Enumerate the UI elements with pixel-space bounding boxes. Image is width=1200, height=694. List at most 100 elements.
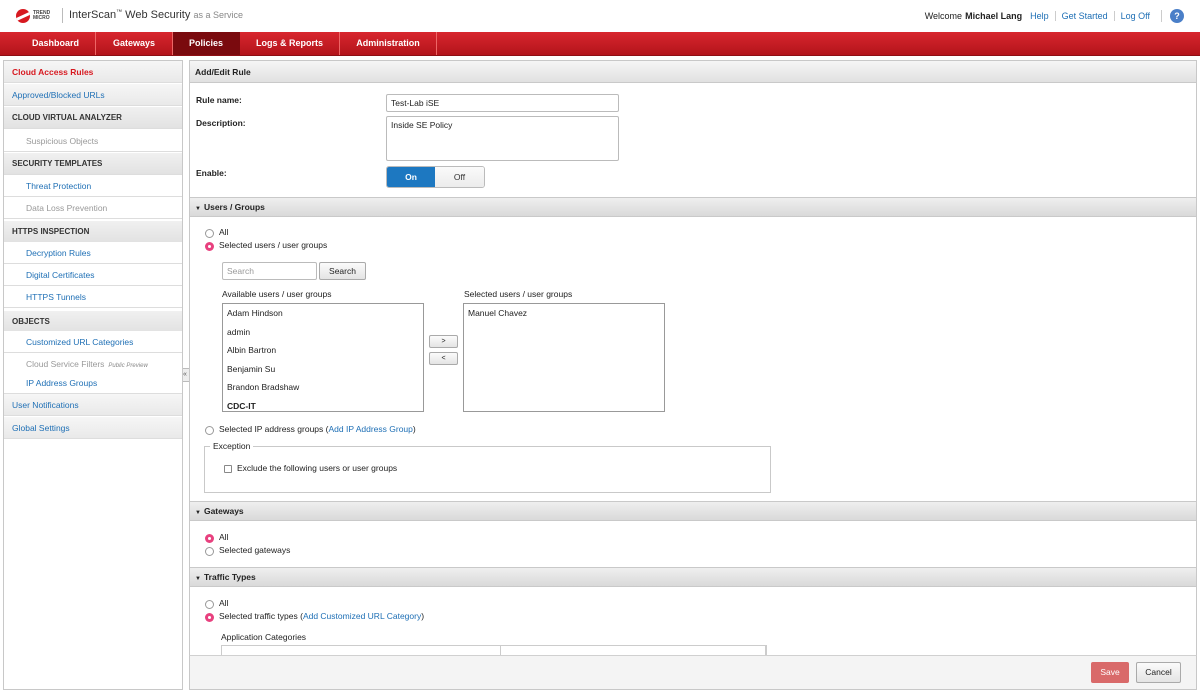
available-users-list[interactable]: Adam Hindson admin Albin Bartron Benjami… bbox=[222, 303, 424, 412]
gateways-section-header[interactable]: ▼ Gateways bbox=[190, 501, 1196, 521]
header-divider bbox=[62, 8, 63, 23]
list-item[interactable]: CDC-IT bbox=[223, 397, 423, 412]
traffic-all-label: All bbox=[219, 598, 229, 608]
sidebar-item-global-settings[interactable]: Global Settings bbox=[4, 417, 182, 439]
list-item[interactable]: Brandon Bradshaw bbox=[223, 378, 423, 397]
application-categories-label: Application Categories bbox=[221, 632, 307, 642]
description-textarea[interactable]: Inside SE Policy bbox=[386, 116, 619, 161]
form-footer: Save Cancel bbox=[189, 655, 1197, 690]
cancel-button[interactable]: Cancel bbox=[1136, 662, 1181, 683]
ip-groups-label: Selected IP address groups ( bbox=[219, 424, 329, 434]
list-item[interactable]: Benjamin Su bbox=[223, 360, 423, 379]
logo-text: TREND MICRO bbox=[33, 10, 51, 21]
user-name: Michael Lang bbox=[965, 11, 1023, 21]
available-users-label: Available users / user groups bbox=[222, 289, 332, 299]
trend-micro-logo: TREND MICRO bbox=[16, 9, 53, 23]
sidebar-item-https-tunnels[interactable]: HTTPS Tunnels bbox=[4, 286, 182, 308]
section-title: Users / Groups bbox=[203, 202, 265, 212]
log-off-link[interactable]: Log Off bbox=[1113, 11, 1150, 21]
sidebar-item-ip-address-groups[interactable]: IP Address Groups bbox=[4, 372, 182, 394]
list-item[interactable]: Manuel Chavez bbox=[464, 304, 664, 323]
sidebar-heading-objects: OBJECTS bbox=[4, 311, 182, 333]
sidebar-item-customized-url-categories[interactable]: Customized URL Categories bbox=[4, 331, 182, 353]
tab-policies[interactable]: Policies bbox=[173, 32, 240, 55]
collapse-caret-icon: ▼ bbox=[195, 510, 201, 516]
tab-logs-reports[interactable]: Logs & Reports bbox=[240, 32, 340, 55]
gateways-all-label: All bbox=[219, 532, 229, 542]
users-all-label: All bbox=[219, 227, 229, 237]
section-title: Gateways bbox=[203, 506, 244, 516]
tab-gateways[interactable]: Gateways bbox=[96, 32, 173, 55]
sidebar-item-threat-protection[interactable]: Threat Protection bbox=[4, 175, 182, 197]
traffic-selected-radio[interactable] bbox=[205, 613, 214, 622]
tab-administration[interactable]: Administration bbox=[340, 32, 437, 55]
exclude-users-checkbox[interactable] bbox=[224, 465, 232, 473]
toggle-off-button[interactable]: Off bbox=[435, 167, 484, 187]
header-divider bbox=[1161, 10, 1162, 22]
users-all-radio[interactable] bbox=[205, 229, 214, 238]
ip-groups-radio[interactable] bbox=[205, 426, 214, 435]
add-customized-url-category-link[interactable]: Add Customized URL Category bbox=[303, 611, 421, 621]
toggle-on-button[interactable]: On bbox=[387, 167, 436, 187]
gateways-selected-label: Selected gateways bbox=[219, 545, 291, 555]
help-link[interactable]: Help bbox=[1030, 11, 1049, 21]
move-right-button[interactable]: > bbox=[429, 335, 458, 348]
users-search-input[interactable]: Search bbox=[222, 262, 317, 280]
tab-dashboard[interactable]: Dashboard bbox=[16, 32, 96, 55]
main-panel: Add/Edit Rule Rule name: Test-Lab iSE De… bbox=[189, 60, 1197, 690]
get-started-link[interactable]: Get Started bbox=[1054, 11, 1108, 21]
logo-icon bbox=[16, 9, 30, 23]
collapse-caret-icon: ▼ bbox=[195, 576, 201, 582]
gateways-all-radio[interactable] bbox=[205, 534, 214, 543]
sidebar-heading-security-templates: SECURITY TEMPLATES bbox=[4, 153, 182, 175]
sidebar: Cloud Access Rules Approved/Blocked URLs… bbox=[3, 60, 183, 690]
rule-name-label: Rule name: bbox=[196, 95, 242, 105]
paren-text: ) bbox=[412, 424, 416, 434]
users-selected-radio[interactable] bbox=[205, 242, 214, 251]
rule-name-input[interactable]: Test-Lab iSE bbox=[386, 94, 619, 112]
traffic-all-radio[interactable] bbox=[205, 600, 214, 609]
sidebar-item-data-loss-prevention[interactable]: Data Loss Prevention bbox=[4, 197, 182, 219]
enable-toggle: On Off bbox=[386, 166, 485, 188]
sidebar-heading-cloud-virtual-analyzer: CLOUD VIRTUAL ANALYZER bbox=[4, 107, 182, 129]
collapse-caret-icon: ▼ bbox=[195, 206, 201, 212]
save-button[interactable]: Save bbox=[1091, 662, 1129, 683]
main-nav: Dashboard Gateways Policies Logs & Repor… bbox=[0, 32, 1200, 56]
gateways-selected-radio[interactable] bbox=[205, 547, 214, 556]
page-title: Add/Edit Rule bbox=[190, 61, 1196, 83]
user-bar: Welcome Michael Lang Help Get Started Lo… bbox=[925, 11, 1150, 21]
product-suffix: as a Service bbox=[193, 10, 243, 20]
help-icon[interactable]: ? bbox=[1170, 9, 1184, 23]
list-item[interactable]: Adam Hindson bbox=[223, 304, 423, 323]
sidebar-heading-https-inspection: HTTPS INSPECTION bbox=[4, 221, 182, 243]
sidebar-item-decryption-rules[interactable]: Decryption Rules bbox=[4, 242, 182, 264]
exception-fieldset: Exception Exclude the following users or… bbox=[204, 441, 771, 493]
users-search-button[interactable]: Search bbox=[319, 262, 366, 280]
section-title: Traffic Types bbox=[203, 572, 256, 582]
sidebar-item-user-notifications[interactable]: User Notifications bbox=[4, 394, 182, 416]
sidebar-item-cloud-access-rules[interactable]: Cloud Access Rules bbox=[4, 61, 182, 83]
sidebar-item-label: Cloud Service Filters bbox=[26, 359, 105, 369]
add-ip-address-group-link[interactable]: Add IP Address Group bbox=[328, 424, 412, 434]
move-left-button[interactable]: < bbox=[429, 352, 458, 365]
sidebar-item-suspicious-objects[interactable]: Suspicious Objects bbox=[4, 130, 182, 152]
selected-categories-box bbox=[500, 645, 767, 655]
traffic-selected-label: Selected traffic types ( bbox=[219, 611, 303, 621]
description-label: Description: bbox=[196, 118, 246, 128]
ip-groups-option: Selected IP address groups (Add IP Addre… bbox=[219, 424, 416, 434]
sidebar-item-digital-certificates[interactable]: Digital Certificates bbox=[4, 264, 182, 286]
product-name: InterScan bbox=[69, 9, 117, 21]
list-item[interactable]: Albin Bartron bbox=[223, 341, 423, 360]
paren-text: ) bbox=[421, 611, 425, 621]
exception-legend: Exception bbox=[210, 441, 254, 451]
sidebar-item-approved-blocked-urls[interactable]: Approved/Blocked URLs bbox=[4, 84, 182, 106]
enable-label: Enable: bbox=[196, 168, 227, 178]
public-preview-tag: Public Preview bbox=[108, 363, 148, 369]
selected-users-label: Selected users / user groups bbox=[464, 289, 573, 299]
traffic-types-section-header[interactable]: ▼ Traffic Types bbox=[190, 567, 1196, 587]
exclude-users-label: Exclude the following users or user grou… bbox=[237, 463, 398, 473]
selected-users-list[interactable]: Manuel Chavez bbox=[463, 303, 665, 412]
users-groups-section-header[interactable]: ▼ Users / Groups bbox=[190, 197, 1196, 217]
product-title: InterScan™ Web Security as a Service bbox=[69, 9, 243, 21]
list-item[interactable]: admin bbox=[223, 323, 423, 342]
